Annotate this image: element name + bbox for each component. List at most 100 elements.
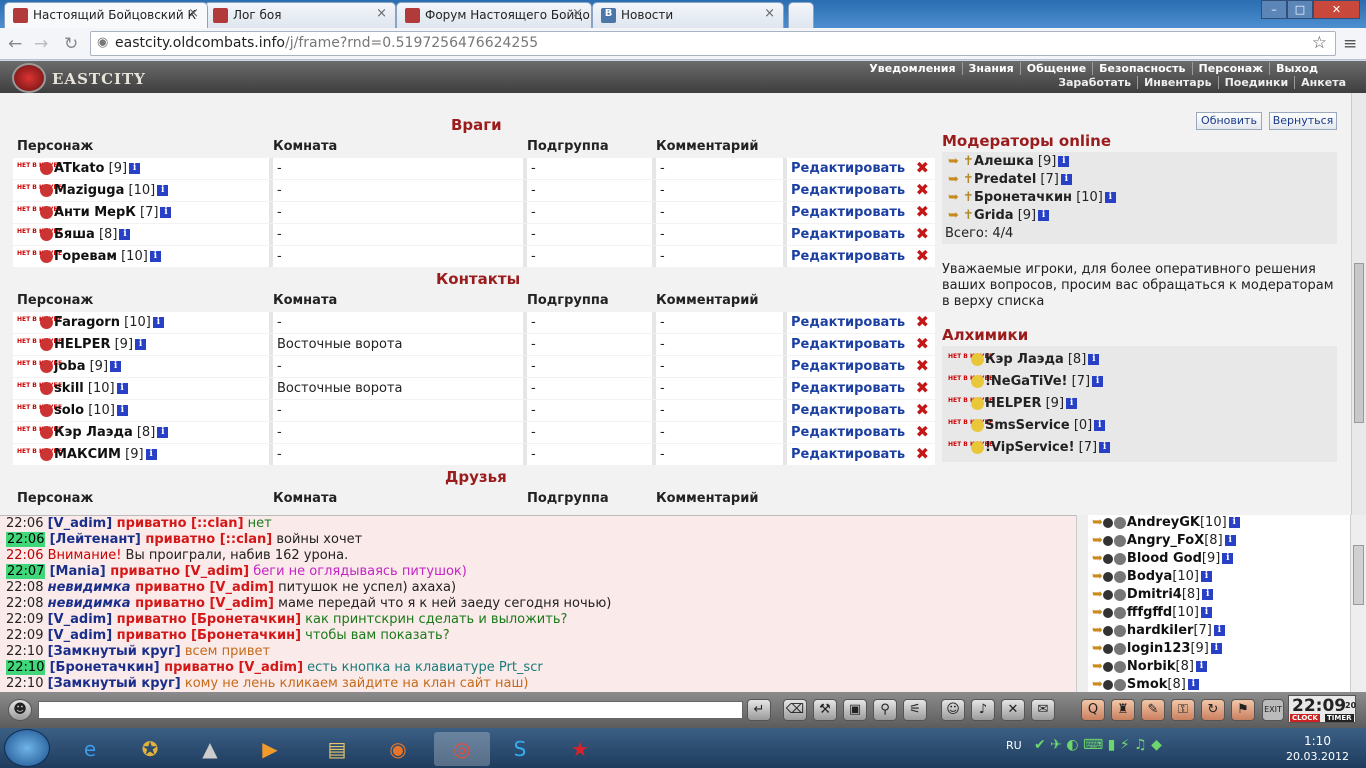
alchemist-item[interactable]: НЕТ В КЛУБЕ!NeGaTiVe! [7]i (942, 374, 1337, 396)
online-user[interactable]: ➥ hardkiler[7] i (1088, 623, 1350, 641)
chat-scrollbar[interactable] (1076, 515, 1088, 692)
info-icon[interactable]: i (145, 449, 157, 460)
person-cell[interactable]: НЕТ В КЛУБЕskill [10]i (13, 378, 269, 399)
page-scrollbar[interactable] (1351, 93, 1366, 515)
language-indicator[interactable]: RU (1006, 739, 1022, 752)
avatar-icon[interactable]: ☻ (8, 699, 32, 721)
tab-news[interactable]: В Новости × (592, 2, 784, 28)
exit-icon[interactable]: EXIT (1262, 699, 1284, 721)
chat-invis[interactable]: невидимка (48, 596, 131, 611)
skype-icon[interactable]: S (496, 732, 544, 766)
person-name[interactable]: Горевам (54, 249, 117, 264)
delete-icon[interactable]: ✖ (916, 246, 929, 265)
refresh-button[interactable]: Обновить (1196, 112, 1262, 130)
chat-who[interactable]: [Замкнутый круг] (48, 676, 181, 691)
moderator-item[interactable]: ➥ ✝Predatel [7] i (942, 172, 1337, 190)
person-name[interactable]: Maziguga (54, 183, 124, 198)
info-icon[interactable]: i (1202, 589, 1214, 600)
person-cell[interactable]: НЕТ В КЛУБЕsolo [10]i (13, 400, 269, 421)
close-window-icon[interactable]: ✕ (1313, 0, 1360, 19)
edit-link[interactable]: Редактировать (791, 205, 905, 220)
close-icon[interactable]: × (376, 6, 387, 21)
alchemist-item[interactable]: НЕТ В КЛУБЕHELPER [9]i (942, 396, 1337, 418)
info-icon[interactable]: i (110, 361, 122, 372)
edit-link[interactable]: Редактировать (791, 425, 905, 440)
scroll-thumb[interactable] (1354, 263, 1364, 423)
search-icon[interactable]: Q (1081, 699, 1105, 721)
menu-earn[interactable]: Заработать (1052, 76, 1137, 89)
info-icon[interactable]: i (1224, 535, 1236, 546)
edit-link[interactable]: Редактировать (791, 161, 905, 176)
person-cell[interactable]: НЕТ В КЛУБЕFaragorn [10]i (13, 312, 269, 333)
info-icon[interactable]: i (135, 339, 147, 350)
info-icon[interactable]: i (1088, 354, 1100, 365)
user-name[interactable]: AndreyGK (1127, 515, 1200, 530)
user-name[interactable]: login123 (1127, 641, 1191, 656)
online-user[interactable]: ➥ AndreyGK[10] i (1088, 515, 1350, 533)
info-icon[interactable]: i (1099, 442, 1111, 453)
wrench-icon[interactable]: ≡ (1343, 34, 1357, 54)
menu-exit[interactable]: Выход (1269, 62, 1324, 75)
delete-icon[interactable]: ✖ (916, 224, 929, 243)
delete-icon[interactable]: ✖ (916, 158, 929, 177)
new-tab-button[interactable] (788, 2, 814, 28)
person-cell[interactable]: НЕТ В КЛУБЕБяша [8]i (13, 224, 269, 245)
info-icon[interactable]: i (129, 163, 141, 174)
chat-who[interactable]: [Бронетачкин] (50, 660, 160, 675)
edit-link[interactable]: Редактировать (791, 315, 905, 330)
user-name[interactable]: fffgffd (1127, 605, 1172, 620)
chrome-icon[interactable]: ◎ (434, 732, 490, 766)
delete-icon[interactable]: ✖ (916, 444, 929, 463)
info-icon[interactable]: i (1213, 625, 1225, 636)
info-icon[interactable]: i (1210, 643, 1222, 654)
online-user[interactable]: ➥ fffgffd[10] i (1088, 605, 1350, 623)
info-icon[interactable]: i (1201, 571, 1212, 582)
menu-knowledge[interactable]: Знания (961, 62, 1020, 75)
chat-who[interactable]: [V_adim] (48, 612, 113, 627)
chat-priv[interactable]: приватно [V_adim] (160, 660, 303, 675)
info-icon[interactable]: i (1066, 398, 1078, 409)
tray-icons[interactable]: ✔ ✈ ◐ ⌨ ▮ ⚡ ♫ ◆ (1034, 737, 1162, 753)
user-name[interactable]: Norbik (1127, 659, 1176, 674)
delete-icon[interactable]: ✖ (916, 334, 929, 353)
chat-who[interactable]: [V_adim] (48, 628, 113, 643)
person-cell[interactable]: НЕТ В КЛУБЕATkato [9]i (13, 158, 269, 179)
user-name[interactable]: hardkiler (1127, 623, 1194, 638)
save-icon[interactable]: ▣ (843, 699, 867, 721)
tool-icon[interactable]: ⚒ (813, 699, 837, 721)
edit-link[interactable]: Редактировать (791, 359, 905, 374)
maximize-icon[interactable]: □ (1287, 0, 1313, 19)
edit-link[interactable]: Редактировать (791, 381, 905, 396)
info-icon[interactable]: i (116, 383, 128, 394)
ie-icon[interactable]: e (66, 732, 114, 766)
info-icon[interactable]: i (1222, 553, 1234, 564)
info-icon[interactable]: i (1094, 420, 1106, 431)
tab-forum[interactable]: Форум Настоящего Бойцо × (396, 2, 592, 28)
alchemist-item[interactable]: НЕТ В КЛУБЕКэр Лаэда [8]i (942, 352, 1337, 374)
folder-icon[interactable]: ▤ (313, 732, 361, 766)
info-icon[interactable]: i (1058, 156, 1070, 167)
info-icon[interactable]: i (1092, 376, 1104, 387)
user-name[interactable]: Blood God (1127, 551, 1202, 566)
menu-inventory[interactable]: Инвентарь (1137, 76, 1218, 89)
info-icon[interactable]: i (1195, 661, 1207, 672)
bag-icon[interactable]: ♜ (1111, 699, 1135, 721)
forward-arrow-icon[interactable]: → (34, 34, 48, 54)
person-name[interactable]: МАКСИМ (54, 447, 121, 462)
info-icon[interactable]: i (1187, 679, 1199, 690)
moderator-item[interactable]: ➥ ✝Grida [9] i (942, 208, 1337, 226)
person-name[interactable]: Анти МерК (54, 205, 136, 220)
online-user[interactable]: ➥ Blood God[9] i (1088, 551, 1350, 569)
info-icon[interactable]: i (119, 229, 131, 240)
person-name[interactable]: skill (54, 381, 84, 396)
flag-icon[interactable]: ⚑ (1231, 699, 1255, 721)
edit-link[interactable]: Редактировать (791, 183, 905, 198)
person-name[interactable]: HELPER (54, 337, 110, 352)
refresh-chat-icon[interactable]: ↻ (1201, 699, 1225, 721)
chat-input[interactable] (38, 701, 743, 719)
user-name[interactable]: Smok (1127, 677, 1168, 692)
online-user[interactable]: ➥ Dmitri4[8] i (1088, 587, 1350, 605)
menu-character[interactable]: Персонаж (1191, 62, 1270, 75)
chat-priv[interactable]: приватно [Бронетачкин] (112, 628, 301, 643)
online-user[interactable]: ➥ Bodya[10] i (1088, 569, 1350, 587)
